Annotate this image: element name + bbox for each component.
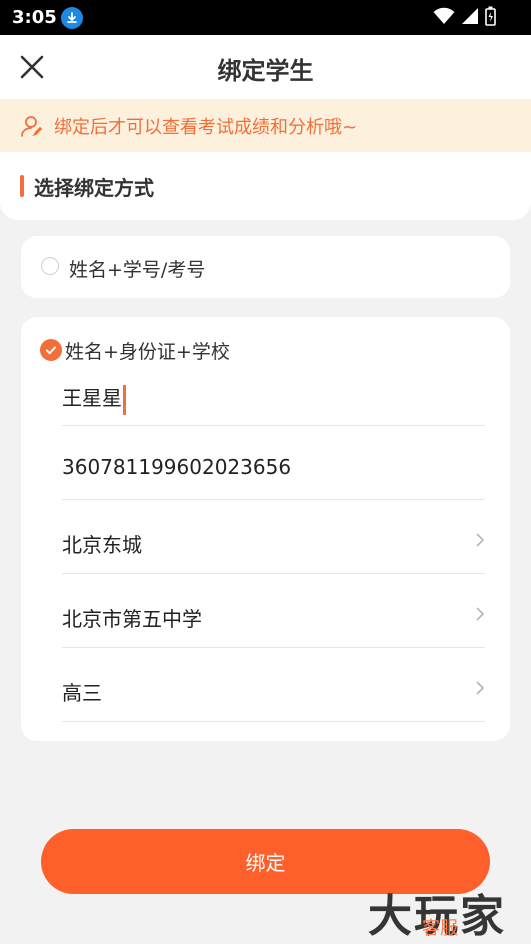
school-select[interactable]: 北京市第五中学 [62,574,485,648]
section-accent-bar [20,175,24,197]
chevron-right-icon [476,681,485,695]
id-number-value: 360781199602023656 [62,455,292,479]
grade-select[interactable]: 高三 [62,648,485,722]
notice-banner: 绑定后才可以查看考试成绩和分析哦~ [0,99,531,152]
status-bar: 3:05 [0,0,531,35]
option-name-studentid[interactable]: 姓名+学号/考号 [21,236,510,298]
battery-icon [485,6,496,26]
name-value: 王星星 [62,386,122,410]
user-icon [21,115,43,137]
section-title: 选择绑定方式 [34,176,154,200]
signal-icon [462,8,478,24]
id-number-field[interactable]: 360781199602023656 [62,426,485,500]
page-title: 绑定学生 [217,57,314,85]
section-header: 选择绑定方式 [0,152,531,220]
grade-value: 高三 [62,681,102,705]
option-name-idcard-school: 姓名+身份证+学校 王星星 360781199602023656 北京东城 北京… [21,317,510,741]
name-field[interactable]: 王星星 [62,352,485,426]
text-cursor [123,384,126,415]
wifi-icon [433,7,455,24]
download-icon [61,7,83,29]
option-label: 姓名+学号/考号 [69,259,206,281]
region-value: 北京东城 [62,533,142,557]
status-time: 3:05 [12,7,57,28]
region-select[interactable]: 北京东城 [62,500,485,574]
school-value: 北京市第五中学 [62,607,202,631]
customer-service-link[interactable]: 客服 [422,914,458,940]
chevron-right-icon [476,533,485,547]
app-bar: 绑定学生 [0,35,531,99]
notice-text: 绑定后才可以查看考试成绩和分析哦~ [54,116,358,138]
radio-unchecked-icon[interactable] [41,257,59,275]
chevron-right-icon [476,607,485,621]
radio-checked-icon[interactable] [40,339,62,361]
